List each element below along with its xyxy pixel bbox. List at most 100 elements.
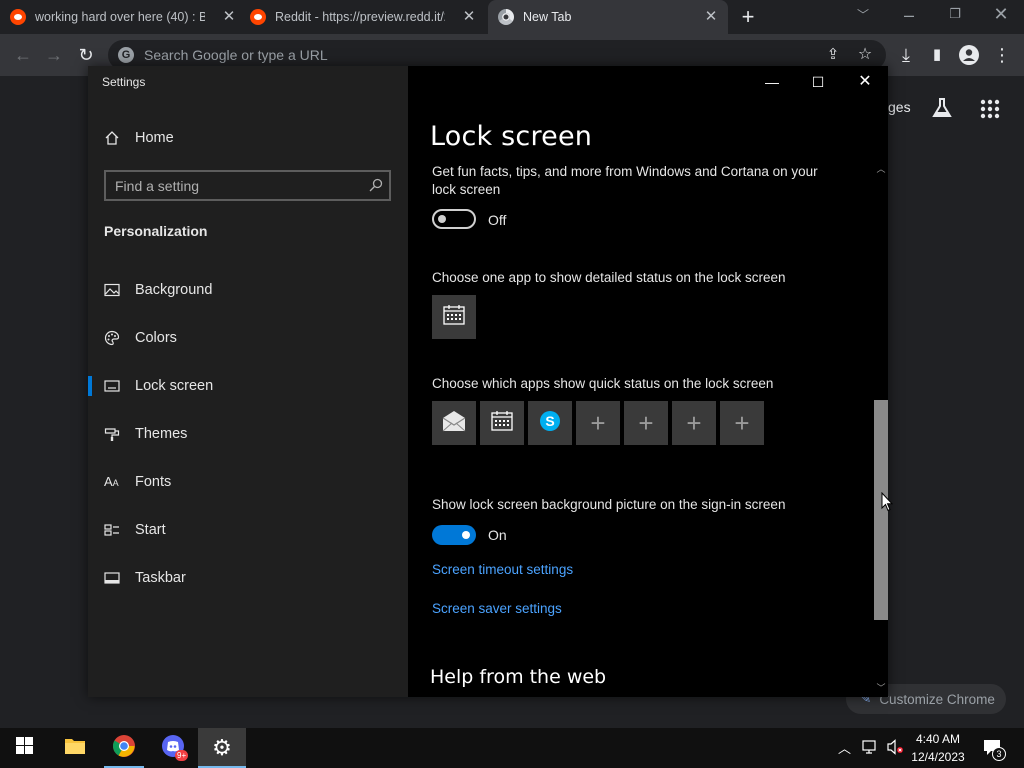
reload-icon[interactable]: ↻	[75, 44, 97, 66]
home-icon	[104, 130, 120, 146]
labs-flask-icon[interactable]	[931, 97, 953, 119]
screen-saver-link[interactable]: Screen saver settings	[432, 601, 562, 616]
browser-tab-1[interactable]: working hard over here (40) : Big ✕	[10, 0, 246, 34]
taskbar-clock[interactable]: 4:40 AM 12/4/2023	[906, 730, 970, 766]
signin-background-toggle[interactable]	[432, 525, 476, 545]
gear-icon: ⚙	[212, 735, 232, 760]
volume-muted-icon[interactable]	[886, 739, 904, 758]
chrome-icon	[498, 9, 514, 25]
help-heading: Help from the web	[430, 666, 607, 688]
network-icon[interactable]	[862, 739, 880, 758]
nav-home[interactable]: Home	[88, 118, 408, 158]
settings-content: — ☐ ✕ Lock screen Get fun facts, tips, a…	[408, 66, 888, 697]
add-icon: +	[734, 407, 750, 438]
nav-home-label: Home	[135, 130, 174, 146]
google-icon	[118, 47, 134, 63]
side-panel-icon[interactable]: ▮	[926, 44, 948, 66]
quick-status-skype-button[interactable]: S	[528, 401, 572, 445]
fun-facts-toggle[interactable]	[432, 209, 476, 229]
nav-start[interactable]: Start	[88, 510, 408, 550]
nav-taskbar[interactable]: Taskbar	[88, 558, 408, 598]
restore-browser-icon[interactable]: ❐	[944, 3, 966, 25]
search-icon[interactable]	[369, 178, 383, 197]
add-icon: +	[590, 407, 606, 438]
nav-fonts[interactable]: AA Fonts	[88, 462, 408, 502]
share-icon[interactable]: ⇪	[822, 44, 844, 66]
close-tab-icon[interactable]: ✕	[220, 8, 238, 26]
quick-status-add-button[interactable]: +	[720, 401, 764, 445]
chrome-menu-icon[interactable]: ⋮	[991, 44, 1013, 66]
picture-icon	[104, 282, 120, 298]
omnibox-input[interactable]	[144, 47, 744, 63]
fun-facts-state: Off	[488, 212, 507, 228]
minimize-window-button[interactable]: —	[749, 66, 795, 98]
lock-screen-icon	[104, 378, 120, 394]
settings-sidebar: Settings Home Personalization Background	[88, 66, 408, 697]
nav-lock-screen[interactable]: Lock screen	[88, 366, 408, 406]
windows-taskbar: 9+ ⚙ ︿ 4:40 AM 12/4/2023 3	[0, 728, 1024, 768]
download-icon[interactable]: ⤓	[895, 44, 917, 66]
quick-status-add-button[interactable]: +	[576, 401, 620, 445]
start-icon	[104, 522, 120, 538]
tab-title: New Tab	[523, 10, 572, 24]
clock-time: 4:40 AM	[915, 732, 961, 746]
show-hidden-icons-icon[interactable]: ︿	[838, 738, 851, 757]
back-icon[interactable]: ←	[12, 44, 34, 66]
maximize-window-button[interactable]: ☐	[795, 66, 841, 98]
mail-icon	[441, 409, 467, 438]
quick-status-calendar-button[interactable]	[480, 401, 524, 445]
detailed-status-description: Choose one app to show detailed status o…	[432, 270, 786, 285]
brush-icon	[104, 426, 120, 442]
nav-label: Background	[135, 282, 213, 298]
browser-tab-3[interactable]: New Tab ✕	[488, 0, 728, 34]
clock-date: 12/4/2023	[911, 750, 965, 764]
new-tab-button[interactable]: +	[737, 6, 759, 28]
file-explorer-taskbar-button[interactable]	[51, 728, 99, 768]
signin-background-state: On	[488, 527, 507, 543]
nav-background[interactable]: Background	[88, 270, 408, 310]
profile-avatar[interactable]	[958, 44, 980, 66]
nav-themes[interactable]: Themes	[88, 414, 408, 454]
folder-icon	[64, 737, 86, 760]
google-apps-icon[interactable]	[980, 99, 1000, 119]
quick-status-mail-button[interactable]	[432, 401, 476, 445]
mouse-cursor-icon	[881, 491, 894, 517]
window-title: Settings	[102, 75, 146, 89]
close-tab-icon[interactable]: ✕	[460, 8, 478, 26]
screen-timeout-link[interactable]: Screen timeout settings	[432, 562, 573, 577]
settings-window: Settings Home Personalization Background	[88, 66, 888, 697]
chrome-icon	[112, 734, 136, 763]
browser-tab-2[interactable]: Reddit - https://preview.redd.it/2 ✕	[250, 0, 486, 34]
settings-taskbar-button[interactable]: ⚙	[198, 728, 246, 768]
quick-status-add-button[interactable]: +	[624, 401, 668, 445]
nav-label: Lock screen	[135, 378, 214, 394]
action-center-icon[interactable]: 3	[982, 737, 1006, 761]
close-window-button[interactable]: ✕	[842, 66, 888, 98]
close-browser-icon[interactable]: ✕	[990, 3, 1012, 25]
forward-icon[interactable]: →	[43, 44, 65, 66]
nav-colors[interactable]: Colors	[88, 318, 408, 358]
calendar-icon	[442, 303, 466, 332]
tab-title: Reddit - https://preview.redd.it/2	[275, 10, 445, 24]
close-tab-icon[interactable]: ✕	[702, 8, 720, 26]
nav-label: Fonts	[135, 474, 172, 490]
discord-taskbar-button[interactable]: 9+	[149, 728, 197, 768]
ntp-link-fragment[interactable]: ges	[888, 99, 911, 115]
scroll-up-icon[interactable]: ︿	[874, 162, 888, 176]
chrome-taskbar-button[interactable]	[100, 728, 148, 768]
minimize-browser-icon[interactable]: –	[898, 4, 920, 26]
calendar-icon	[490, 409, 514, 438]
customize-chrome-label: Customize Chrome	[879, 691, 995, 707]
reddit-icon	[250, 9, 266, 25]
start-button[interactable]	[0, 728, 48, 768]
skype-icon: S	[538, 409, 562, 438]
content-scrollbar[interactable]: ︿ ﹀	[872, 162, 888, 697]
tab-search-icon[interactable]: ﹀	[852, 4, 874, 26]
search-input[interactable]	[115, 177, 355, 194]
find-setting-search[interactable]	[104, 170, 391, 201]
bookmark-star-icon[interactable]: ☆	[854, 44, 876, 66]
quick-status-add-button[interactable]: +	[672, 401, 716, 445]
svg-text:S: S	[545, 413, 554, 429]
detailed-status-app-button[interactable]	[432, 295, 476, 339]
scroll-down-icon[interactable]: ﹀	[874, 681, 888, 695]
